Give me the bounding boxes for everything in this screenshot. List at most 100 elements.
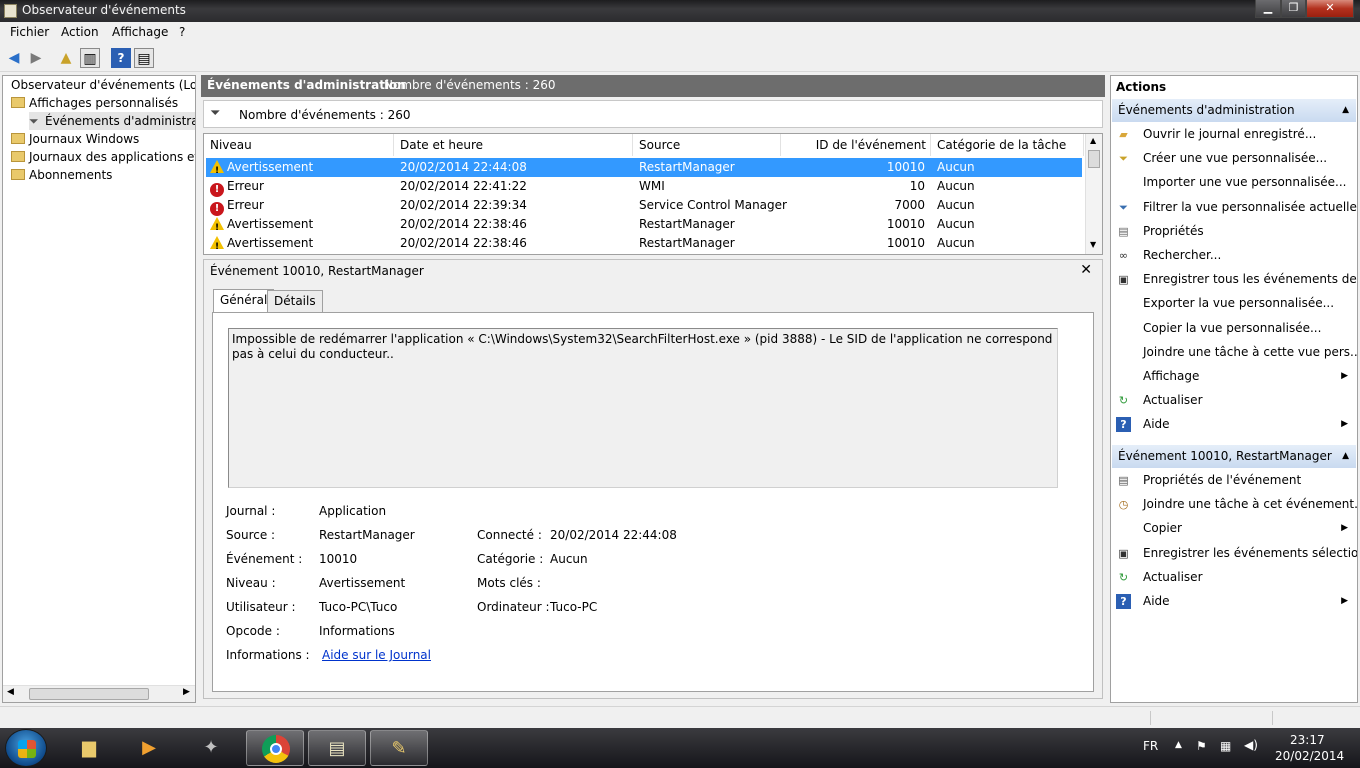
action-item-label: Aide <box>1143 417 1170 432</box>
scroll-up-icon[interactable]: ▲ <box>1090 136 1096 145</box>
clock-time[interactable]: 23:17 <box>1290 733 1325 747</box>
chrome-taskbar-icon[interactable] <box>246 730 304 766</box>
actions-section-admin-events[interactable]: Événements d'administration ▲ <box>1112 99 1356 122</box>
menu-help[interactable]: ? <box>179 25 185 39</box>
language-indicator[interactable]: FR <box>1143 739 1158 753</box>
grid-vertical-scrollbar[interactable]: ▲ ▼ <box>1085 134 1102 254</box>
action-item[interactable]: ⏷ Créer une vue personnalisée... <box>1112 146 1356 170</box>
col-header-task-category[interactable]: Catégorie de la tâche <box>931 134 1084 156</box>
tree-item-subscriptions[interactable]: Abonnements <box>11 166 112 184</box>
action-item[interactable]: ↻ Actualiser <box>1112 565 1356 589</box>
show-hidden-icons-icon[interactable]: ▲ <box>1175 740 1182 750</box>
tree-item-admin-events[interactable]: ⏷Événements d'administratio <box>29 112 195 130</box>
explorer-taskbar-icon[interactable]: ▆ <box>60 730 118 766</box>
filter-icon: ⏷ <box>1119 200 1128 214</box>
refresh-icon: ↻ <box>1118 394 1129 408</box>
action-item-label: Affichage <box>1143 369 1200 383</box>
col-header-datetime[interactable]: Date et heure <box>394 134 633 156</box>
back-arrow-icon[interactable]: ◀ <box>4 48 24 68</box>
tab-general[interactable]: Général <box>213 289 275 313</box>
tree-root-local[interactable]: Observateur d'événements (Local) <box>11 76 195 94</box>
action-item[interactable]: ? Aide ▶ <box>1112 412 1356 436</box>
source-value: RestartManager <box>319 528 415 542</box>
show-hide-actions-icon[interactable]: ▤ <box>134 48 154 68</box>
submenu-arrow-icon: ▶ <box>1341 523 1348 534</box>
scroll-thumb[interactable] <box>1088 150 1100 168</box>
action-item-label: Propriétés <box>1143 223 1204 238</box>
action-item[interactable]: Copier ▶ <box>1112 516 1356 540</box>
tree-item-custom-views[interactable]: Affichages personnalisés <box>11 94 178 112</box>
action-center-flag-icon[interactable]: ⚑ <box>1196 739 1207 753</box>
system-tray: FR ▲ ⚑ ▦ ◀) 23:17 20/02/2014 <box>1120 728 1360 768</box>
computer-value: Tuco-PC <box>550 600 598 614</box>
level-value: Avertissement <box>319 576 406 590</box>
action-item[interactable]: Importer une vue personnalisée... <box>1112 170 1356 194</box>
log-help-link[interactable]: Aide sur le Journal <box>322 648 431 662</box>
forward-arrow-icon[interactable]: ▶ <box>26 48 46 68</box>
scroll-down-icon[interactable]: ▼ <box>1090 240 1096 249</box>
tools-taskbar-icon[interactable]: ✦ <box>182 730 240 766</box>
event-properties-icon: ▤ <box>1118 474 1129 487</box>
tree-horizontal-scrollbar[interactable]: ◀ ▶ <box>3 685 195 702</box>
menu-fichier[interactable]: Fichier <box>10 25 49 39</box>
action-item[interactable]: ▣ Enregistrer tous les événements de... <box>1112 267 1357 291</box>
action-item[interactable]: ▣ Enregistrer les événements sélectio... <box>1112 541 1357 565</box>
action-item[interactable]: ◷ Joindre une tâche à cet événement... <box>1112 492 1357 516</box>
maximize-button[interactable]: ❐ <box>1281 0 1306 18</box>
pane-event-count: Nombre d'événements : 260 <box>384 78 556 92</box>
table-row[interactable]: Avertissement 20/02/2014 22:38:46 Restar… <box>206 215 1082 238</box>
action-item[interactable]: ▤ Propriétés <box>1112 219 1356 243</box>
action-item[interactable]: ∞ Rechercher... <box>1112 243 1356 267</box>
col-header-event-id[interactable]: ID de l'événement <box>781 134 931 156</box>
action-item[interactable]: ? Aide ▶ <box>1112 589 1356 613</box>
scroll-left-icon[interactable]: ◀ <box>7 687 14 697</box>
action-item[interactable]: ↻ Actualiser <box>1112 388 1356 412</box>
event-viewer-app-icon <box>4 4 17 18</box>
table-row[interactable]: Avertissement 20/02/2014 22:44:08 Restar… <box>206 158 1082 181</box>
tab-details[interactable]: Détails <box>267 290 323 312</box>
media-player-taskbar-icon[interactable]: ▶ <box>120 730 178 766</box>
action-item[interactable]: ⏷ Filtrer la vue personnalisée actuelle..… <box>1112 195 1357 219</box>
opcode-value: Informations <box>319 624 395 638</box>
action-item[interactable]: Affichage ▶ <box>1112 364 1356 388</box>
close-icon[interactable]: ✕ <box>1080 262 1092 278</box>
help-icon[interactable]: ? <box>111 48 131 68</box>
tree-item-windows-logs[interactable]: Journaux Windows <box>11 130 139 148</box>
collapse-icon[interactable]: ▲ <box>1342 445 1349 468</box>
action-item[interactable]: ▰ Ouvrir le journal enregistré... <box>1112 122 1356 146</box>
col-header-source[interactable]: Source <box>633 134 781 156</box>
action-item[interactable]: Joindre une tâche à cette vue pers... <box>1112 340 1357 364</box>
scroll-thumb[interactable] <box>29 688 149 700</box>
user-label: Utilisateur : <box>226 600 296 614</box>
show-hide-tree-icon[interactable]: ▥ <box>80 48 100 68</box>
paint-taskbar-icon[interactable]: ✎ <box>370 730 428 766</box>
scroll-right-icon[interactable]: ▶ <box>183 687 190 697</box>
volume-icon[interactable]: ◀) <box>1244 738 1258 752</box>
tree-item-app-logs[interactable]: Journaux des applications et de <box>11 148 195 166</box>
detail-title: Événement 10010, RestartManager <box>210 264 424 278</box>
up-folder-icon[interactable]: ▲ <box>56 48 76 68</box>
start-button[interactable] <box>5 729 47 767</box>
table-row[interactable]: Avertissement 20/02/2014 22:38:46 Restar… <box>206 234 1082 254</box>
clock-date[interactable]: 20/02/2014 <box>1275 749 1344 763</box>
computer-label: Ordinateur : <box>477 600 550 614</box>
actions-section-selected-event[interactable]: Événement 10010, RestartManager ▲ <box>1112 445 1356 468</box>
event-description[interactable]: Impossible de redémarrer l'application «… <box>228 328 1058 488</box>
filter-event-count: Nombre d'événements : 260 <box>239 108 411 122</box>
menu-action[interactable]: Action <box>61 25 99 39</box>
minimize-button[interactable]: ▁ <box>1255 0 1281 18</box>
col-header-level[interactable]: Niveau <box>204 134 394 156</box>
action-item[interactable]: Copier la vue personnalisée... <box>1112 316 1356 340</box>
event-viewer-taskbar-icon[interactable]: ▤ <box>308 730 366 766</box>
table-row[interactable]: ! Erreur 20/02/2014 22:41:22 WMI 10 Aucu… <box>206 177 1082 197</box>
network-icon[interactable]: ▦ <box>1220 739 1231 753</box>
action-item-label: Propriétés de l'événement <box>1143 473 1302 487</box>
close-window-button[interactable]: ✕ <box>1306 0 1354 18</box>
action-item[interactable]: ▤ Propriétés de l'événement <box>1112 468 1356 492</box>
navigation-tree: Observateur d'événements (Local) Afficha… <box>2 75 196 703</box>
menu-affichage[interactable]: Affichage <box>112 25 168 39</box>
collapse-icon[interactable]: ▲ <box>1342 99 1349 122</box>
level-label: Niveau : <box>226 576 276 590</box>
table-row[interactable]: ! Erreur 20/02/2014 22:39:34 Service Con… <box>206 196 1082 216</box>
action-item[interactable]: Exporter la vue personnalisée... <box>1112 291 1356 315</box>
